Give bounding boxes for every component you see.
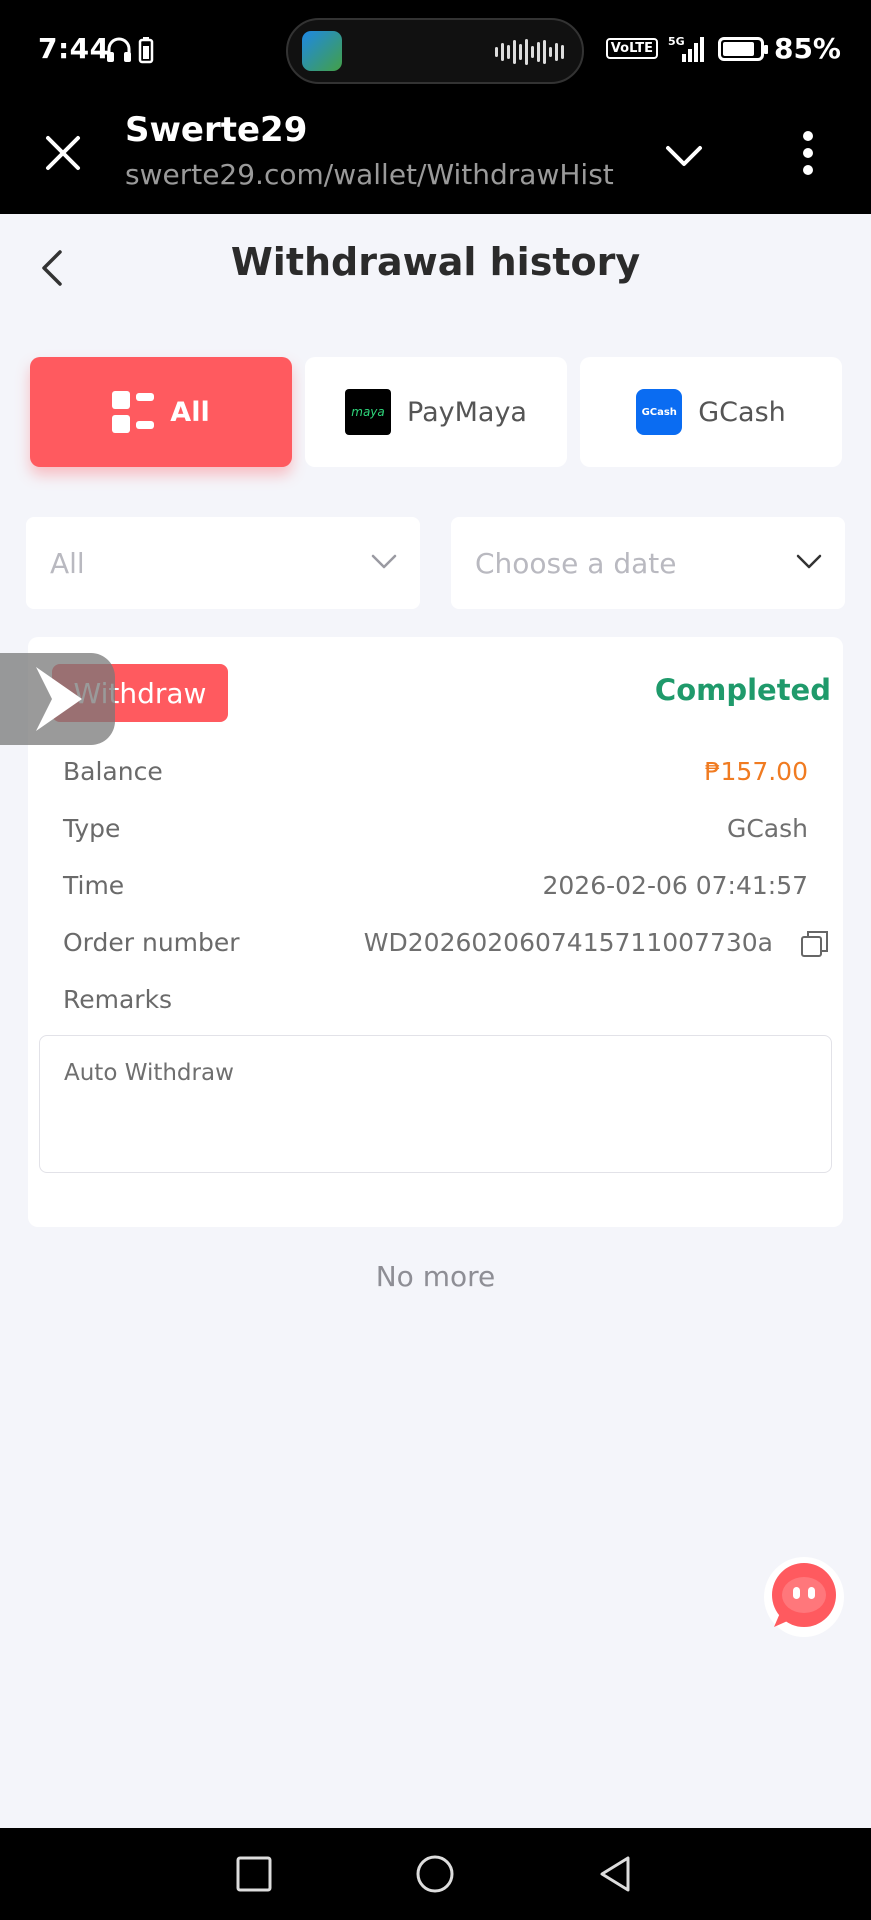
page-title: Withdrawal history (230, 240, 641, 284)
maya-logo-icon: maya (345, 389, 392, 435)
dynamic-island[interactable] (286, 18, 584, 84)
floating-play-button[interactable] (0, 653, 115, 745)
browser-url[interactable]: swerte29.com/wallet/WithdrawHist (125, 158, 625, 191)
type-filter-value: All (50, 546, 85, 580)
tab-gcash[interactable]: GCash GCash (580, 357, 842, 467)
chevron-down-icon (796, 554, 822, 569)
remarks-box: Auto Withdraw (39, 1035, 832, 1173)
status-bar: 7:44 VoLTE 5G 85% (0, 0, 871, 100)
status-badge: Completed (654, 673, 831, 707)
close-icon[interactable] (42, 132, 84, 174)
date-filter-select[interactable]: Choose a date (451, 517, 845, 609)
order-number-value[interactable]: WD2026020607415711007730a (364, 928, 773, 957)
tab-gcash-label: GCash (698, 396, 786, 428)
volte-icon: VoLTE (605, 38, 658, 59)
copy-icon[interactable] (799, 928, 831, 960)
grid-icon (112, 391, 155, 433)
gcash-logo-icon: GCash (636, 389, 683, 435)
tab-paymaya[interactable]: maya PayMaya (305, 357, 567, 467)
recent-apps-icon[interactable] (232, 1852, 276, 1896)
tab-all[interactable]: All (30, 357, 292, 467)
type-filter-select[interactable]: All (26, 517, 420, 609)
status-icons-right: VoLTE 5G 85% (605, 32, 841, 65)
network-type: 5G (668, 35, 685, 48)
tab-all-label: All (170, 396, 210, 428)
play-arrow-icon (36, 667, 82, 731)
chevron-down-icon[interactable] (662, 136, 706, 176)
battery-icon (717, 36, 768, 61)
battery-saver-icon (138, 37, 154, 64)
audio-wave-icon (495, 38, 564, 66)
type-value: GCash (726, 814, 808, 843)
signal-icon: 5G (668, 35, 704, 62)
back-nav-icon[interactable] (594, 1852, 638, 1896)
home-icon[interactable] (413, 1852, 457, 1896)
date-filter-placeholder: Choose a date (475, 546, 677, 580)
customer-service-chat-icon[interactable] (762, 1555, 846, 1639)
system-navigation-bar (0, 1828, 871, 1920)
time-value: 2026-02-06 07:41:57 (542, 871, 808, 900)
type-label: Type (63, 814, 121, 843)
browser-page-title: Swerte29 (125, 110, 308, 150)
browser-toolbar: Swerte29 swerte29.com/wallet/WithdrawHis… (0, 100, 871, 214)
status-time: 7:44 (38, 32, 110, 65)
more-options-icon[interactable] (796, 128, 820, 178)
chevron-down-icon (371, 554, 397, 569)
end-of-list-text: No more (375, 1260, 496, 1293)
status-icons-left (106, 36, 154, 64)
time-label: Time (63, 871, 125, 900)
media-app-icon[interactable] (302, 31, 342, 71)
battery-percent: 85% (773, 32, 841, 65)
withdraw-record-card: Withdraw Completed Balance ₱157.00 Type … (28, 637, 843, 1227)
tab-paymaya-label: PayMaya (407, 396, 527, 428)
balance-value: ₱157.00 (704, 757, 808, 786)
balance-label: Balance (63, 757, 163, 786)
headphones-icon (107, 37, 131, 62)
order-number-label: Order number (63, 928, 240, 957)
battery-fill (722, 41, 754, 56)
remarks-label: Remarks (63, 985, 173, 1014)
